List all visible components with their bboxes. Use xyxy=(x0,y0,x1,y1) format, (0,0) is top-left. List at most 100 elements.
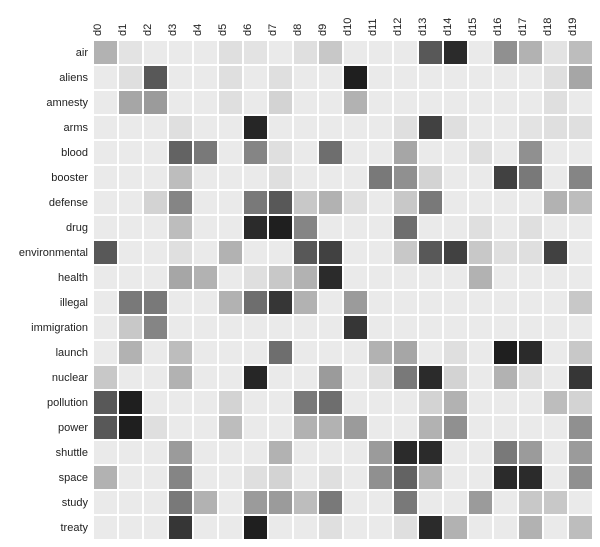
heatmap-cell-fill xyxy=(569,516,592,539)
heatmap-cell xyxy=(368,165,393,190)
heatmap-cell-fill xyxy=(569,366,592,389)
heatmap-cell-fill xyxy=(194,416,217,439)
heatmap-cell-fill xyxy=(294,416,317,439)
heatmap-cell xyxy=(393,240,418,265)
heatmap-cell xyxy=(493,290,518,315)
col-label: d16 xyxy=(491,0,516,40)
heatmap-cell xyxy=(368,40,393,65)
heatmap-row: amnesty xyxy=(0,90,593,115)
heatmap-cell xyxy=(418,240,443,265)
heatmap-cell-fill xyxy=(169,216,192,239)
heatmap-cell xyxy=(293,315,318,340)
heatmap-cell xyxy=(318,440,343,465)
heatmap-cell xyxy=(143,340,168,365)
heatmap-cell-fill xyxy=(344,91,367,114)
heatmap-cell xyxy=(143,290,168,315)
heatmap-cell-fill xyxy=(119,491,142,514)
heatmap-cell-fill xyxy=(144,116,167,139)
heatmap-cell xyxy=(193,65,218,90)
heatmap-row: space xyxy=(0,465,593,490)
heatmap-cell-fill xyxy=(294,241,317,264)
heatmap-cell xyxy=(118,465,143,490)
heatmap-cell-fill xyxy=(169,316,192,339)
heatmap-cell xyxy=(168,115,193,140)
heatmap-cell-fill xyxy=(419,366,442,389)
heatmap-cell xyxy=(343,40,368,65)
heatmap-cell xyxy=(418,315,443,340)
heatmap-cell-fill xyxy=(194,91,217,114)
heatmap-row: power xyxy=(0,415,593,440)
heatmap-cell-fill xyxy=(344,166,367,189)
heatmap-cell-fill xyxy=(394,166,417,189)
row-cells xyxy=(93,215,593,240)
heatmap-cell xyxy=(468,465,493,490)
heatmap-cell xyxy=(418,390,443,415)
heatmap-cell-fill xyxy=(444,391,467,414)
heatmap-cell xyxy=(93,240,118,265)
heatmap-cell xyxy=(568,140,593,165)
row-label: study xyxy=(0,497,93,509)
heatmap-cell-fill xyxy=(319,391,342,414)
heatmap-cell-fill xyxy=(469,416,492,439)
heatmap-cell xyxy=(418,190,443,215)
heatmap-cell xyxy=(243,440,268,465)
heatmap-cell-fill xyxy=(169,141,192,164)
heatmap-cell xyxy=(268,40,293,65)
heatmap-cell xyxy=(518,215,543,240)
heatmap-cell xyxy=(268,265,293,290)
heatmap-cell xyxy=(93,490,118,515)
heatmap-cell xyxy=(443,265,468,290)
col-label-text: d9 xyxy=(317,24,329,36)
heatmap-cell-fill xyxy=(344,191,367,214)
heatmap-cell xyxy=(143,215,168,240)
heatmap-cell-fill xyxy=(419,341,442,364)
heatmap-cell xyxy=(293,140,318,165)
heatmap-cell xyxy=(318,215,343,240)
heatmap-cell xyxy=(493,240,518,265)
heatmap-cell-fill xyxy=(494,166,517,189)
heatmap-cell-fill xyxy=(144,216,167,239)
col-label-text: d3 xyxy=(167,24,179,36)
row-cells xyxy=(93,315,593,340)
heatmap-cell-fill xyxy=(269,516,292,539)
heatmap-cell xyxy=(543,365,568,390)
heatmap-cell xyxy=(193,90,218,115)
row-label: health xyxy=(0,272,93,284)
heatmap-cell xyxy=(368,515,393,540)
heatmap-cell xyxy=(193,240,218,265)
heatmap-cell-fill xyxy=(144,191,167,214)
heatmap-cell xyxy=(568,265,593,290)
heatmap-cell xyxy=(393,465,418,490)
heatmap-cell-fill xyxy=(119,416,142,439)
heatmap-cell-fill xyxy=(269,41,292,64)
col-label-text: d6 xyxy=(242,24,254,36)
col-label-text: d1 xyxy=(117,24,129,36)
heatmap-cell xyxy=(93,365,118,390)
heatmap-cell xyxy=(318,90,343,115)
heatmap-cell-fill xyxy=(94,516,117,539)
heatmap-cell xyxy=(518,290,543,315)
heatmap-cell-fill xyxy=(244,341,267,364)
heatmap-cell xyxy=(368,490,393,515)
heatmap-cell-fill xyxy=(194,491,217,514)
heatmap-cell xyxy=(243,40,268,65)
heatmap-cell-fill xyxy=(469,66,492,89)
heatmap-cell-fill xyxy=(544,216,567,239)
heatmap-cell-fill xyxy=(94,466,117,489)
heatmap-cell-fill xyxy=(394,66,417,89)
col-label: d3 xyxy=(166,0,191,40)
col-label-text: d4 xyxy=(192,24,204,36)
heatmap-cell xyxy=(568,415,593,440)
heatmap-cell-fill xyxy=(319,491,342,514)
heatmap-cell-fill xyxy=(569,91,592,114)
heatmap-cell-fill xyxy=(269,66,292,89)
heatmap-cell xyxy=(543,240,568,265)
heatmap-row: aliens xyxy=(0,65,593,90)
heatmap-row: booster xyxy=(0,165,593,190)
heatmap-cell-fill xyxy=(544,266,567,289)
heatmap-cell-fill xyxy=(519,266,542,289)
heatmap-cell-fill xyxy=(219,116,242,139)
heatmap-cell-fill xyxy=(169,391,192,414)
heatmap-cell-fill xyxy=(244,241,267,264)
heatmap-cell xyxy=(218,115,243,140)
